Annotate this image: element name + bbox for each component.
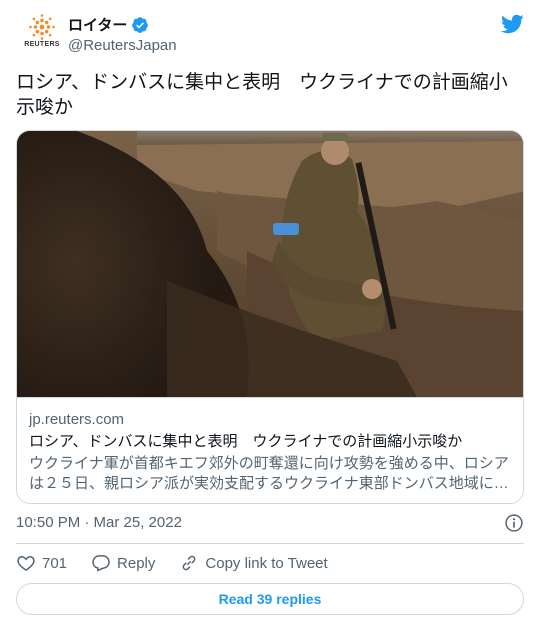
info-icon[interactable] bbox=[504, 513, 524, 533]
verified-badge-icon bbox=[132, 16, 149, 33]
card-info: jp.reuters.com ロシア、ドンバスに集中と表明 ウクライナでの計画縮… bbox=[17, 397, 523, 503]
like-count: 701 bbox=[42, 554, 68, 572]
divider bbox=[16, 543, 524, 544]
like-button[interactable]: 701 bbox=[16, 553, 67, 573]
soldier-in-trench-photo bbox=[17, 131, 523, 397]
author-handle[interactable]: @ReutersJapan bbox=[68, 37, 177, 54]
embedded-tweet: REUTERS ロイター @ReutersJapan ロシア、ドンバスに集中と表… bbox=[0, 0, 540, 630]
tweet-text: ロシア、ドンバスに集中と表明 ウクライナでの計画縮小示唆か bbox=[16, 72, 508, 118]
card-domain: jp.reuters.com bbox=[29, 411, 125, 428]
tweet-actions: 701 Reply Copy link to Tweet bbox=[16, 551, 524, 575]
copy-link-button[interactable]: Copy link to Tweet bbox=[179, 553, 328, 573]
link-card[interactable]: jp.reuters.com ロシア、ドンバスに集中と表明 ウクライナでの計画縮… bbox=[16, 130, 524, 504]
link-icon bbox=[183, 555, 196, 571]
tweet-header: REUTERS ロイター @ReutersJapan bbox=[16, 12, 524, 60]
read-replies-button[interactable]: Read 39 replies bbox=[16, 583, 524, 615]
reply-label: Reply bbox=[117, 554, 156, 572]
tweet-meta: 10:50 PM · Mar 25, 2022 bbox=[16, 512, 524, 534]
card-title: ロシア、ドンバスに集中と表明 ウクライナでの計画縮小示唆か bbox=[29, 433, 463, 450]
display-name-text: ロイター bbox=[68, 17, 128, 34]
avatar-brand-text: REUTERS bbox=[24, 41, 60, 48]
card-description: ウクライナ軍が首都キエフ郊外の町奪還に向け攻勢を強める中、ロシアは２５日、親ロシ… bbox=[29, 455, 509, 492]
heart-icon bbox=[17, 555, 35, 571]
reply-button[interactable]: Reply bbox=[91, 553, 155, 573]
author-display-name[interactable]: ロイター bbox=[68, 14, 177, 35]
reply-icon bbox=[92, 555, 110, 572]
twitter-bird-icon[interactable] bbox=[500, 12, 524, 36]
card-image bbox=[17, 131, 523, 397]
reuters-logo-icon bbox=[29, 14, 55, 40]
copy-link-label: Copy link to Tweet bbox=[205, 554, 328, 572]
timestamp-link[interactable]: 10:50 PM · Mar 25, 2022 bbox=[16, 514, 182, 531]
author-names: ロイター @ReutersJapan bbox=[68, 14, 177, 54]
avatar[interactable]: REUTERS bbox=[20, 14, 64, 58]
